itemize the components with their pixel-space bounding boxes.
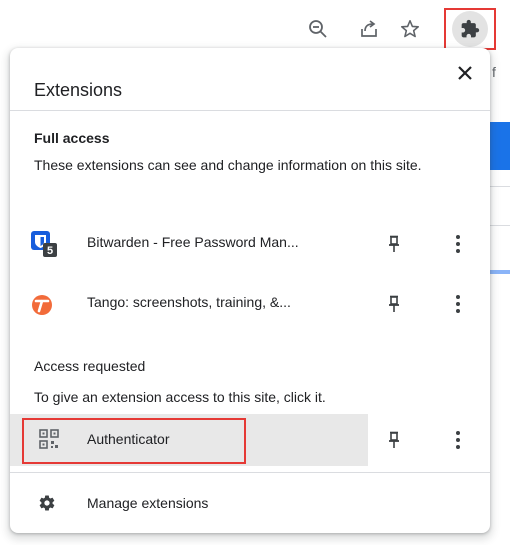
full-access-heading: Full access: [34, 130, 110, 146]
access-requested-description: To give an extension access to this site…: [34, 389, 326, 405]
tango-icon: [30, 290, 58, 318]
browser-window: f Extensions Full access These extension…: [0, 0, 510, 545]
extension-badge: 5: [47, 245, 53, 257]
manage-extensions-button[interactable]: Manage extensions: [10, 478, 490, 530]
manage-extensions-label: Manage extensions: [87, 495, 209, 511]
more-vert-icon: [456, 431, 460, 449]
share-icon[interactable]: [354, 14, 384, 44]
extensions-popup: Extensions Full access These extensions …: [10, 48, 490, 533]
pin-icon: [389, 235, 399, 252]
more-options-button[interactable]: [446, 292, 470, 316]
background-divider: [490, 225, 510, 226]
authenticator-highlight-box: [22, 418, 246, 464]
access-requested-heading: Access requested: [34, 358, 146, 374]
pin-icon: [389, 295, 399, 312]
more-vert-icon: [456, 235, 460, 253]
background-element: [490, 122, 510, 170]
extension-name: Tango: screenshots, training, &...: [87, 294, 291, 310]
background-divider: [490, 186, 510, 187]
more-options-button[interactable]: [446, 232, 470, 256]
more-vert-icon: [456, 295, 460, 313]
close-icon: [458, 66, 472, 80]
pin-button[interactable]: [382, 428, 406, 452]
extensions-button[interactable]: [444, 8, 496, 50]
zoom-out-icon[interactable]: [303, 14, 333, 44]
background-element: [490, 270, 510, 274]
extension-item-bitwarden[interactable]: 5 Bitwarden - Free Password Man...: [10, 218, 490, 270]
full-access-description: These extensions can see and change info…: [34, 157, 422, 173]
extension-item-tango[interactable]: Tango: screenshots, training, &...: [10, 278, 490, 330]
gear-icon: [38, 494, 66, 522]
close-button[interactable]: [454, 62, 476, 84]
more-options-button[interactable]: [446, 428, 470, 452]
extension-name: Bitwarden - Free Password Man...: [87, 234, 299, 250]
puzzle-piece-icon: [452, 11, 488, 47]
background-text: f: [492, 64, 496, 80]
pin-button[interactable]: [382, 232, 406, 256]
divider: [10, 472, 490, 473]
star-icon[interactable]: [395, 14, 425, 44]
bitwarden-icon: 5: [30, 230, 58, 258]
divider: [10, 110, 490, 111]
popup-title: Extensions: [34, 80, 123, 100]
pin-button[interactable]: [382, 292, 406, 316]
pin-icon: [389, 431, 399, 448]
